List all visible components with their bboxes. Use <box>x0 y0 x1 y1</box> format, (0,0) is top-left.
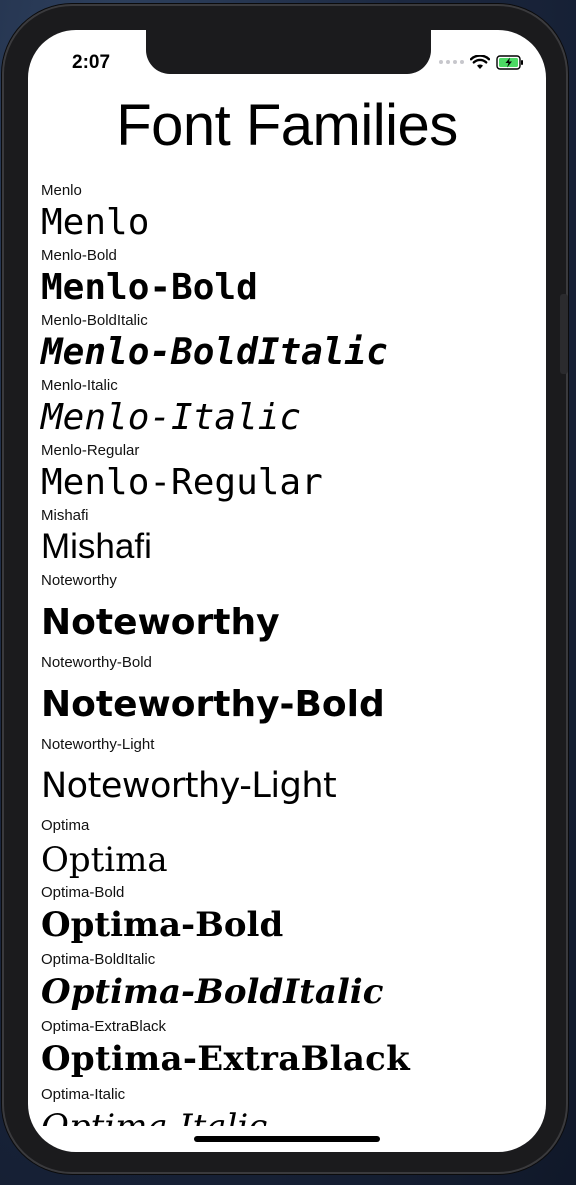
font-label: Optima-BoldItalic <box>41 951 156 968</box>
font-label: Menlo <box>41 182 82 199</box>
font-label: Optima-Italic <box>41 1086 126 1103</box>
cellular-signal-icon <box>439 60 464 64</box>
battery-charging-icon <box>496 54 523 70</box>
font-sample: Noteworthy <box>41 602 280 643</box>
notch <box>146 30 431 74</box>
font-sample: Noteworthy-Light <box>41 766 337 806</box>
font-label: Optima-ExtraBlack <box>41 1018 167 1035</box>
font-sample: Optima-Italic <box>41 1107 267 1126</box>
font-label: Optima-Bold <box>41 884 125 901</box>
font-sample: Optima-ExtraBlack <box>41 1039 411 1079</box>
font-label: Menlo-Bold <box>41 247 117 264</box>
wifi-icon <box>470 54 490 69</box>
font-sample: Menlo-BoldItalic <box>41 332 388 373</box>
font-list[interactable]: Font Families Menlo Menlo Menlo-Bold Men… <box>28 90 546 1126</box>
font-sample: Mishafi <box>41 527 152 566</box>
font-label: Menlo-Regular <box>41 442 140 459</box>
font-sample: Menlo <box>41 202 150 243</box>
font-sample: Optima <box>41 840 168 880</box>
font-label: Menlo-Italic <box>41 377 118 394</box>
font-sample: Menlo-Italic <box>41 397 302 438</box>
font-label: Menlo-BoldItalic <box>41 312 148 329</box>
font-label: Noteworthy <box>41 572 117 589</box>
page-title: Font Families <box>116 93 458 158</box>
font-label: Mishafi <box>41 507 89 524</box>
font-label: Optima <box>41 817 90 834</box>
side-button <box>560 294 568 374</box>
status-time: 2:07 <box>72 52 111 73</box>
status-icons <box>439 54 524 70</box>
font-label: Noteworthy-Bold <box>41 654 152 671</box>
font-label: Noteworthy-Light <box>41 736 155 753</box>
font-sample: Menlo-Regular <box>41 462 323 503</box>
font-sample: Menlo-Bold <box>41 267 258 308</box>
font-sample: Optima-BoldItalic <box>41 972 384 1012</box>
home-indicator[interactable] <box>194 1136 380 1142</box>
font-sample: Optima-Bold <box>41 905 284 945</box>
phone-frame: 2:07 Font Families Menlo Menlo Menlo-Bol… <box>2 4 568 1174</box>
font-sample: Noteworthy-Bold <box>41 684 385 725</box>
screen: 2:07 Font Families Menlo Menlo Menlo-Bol… <box>28 30 546 1152</box>
